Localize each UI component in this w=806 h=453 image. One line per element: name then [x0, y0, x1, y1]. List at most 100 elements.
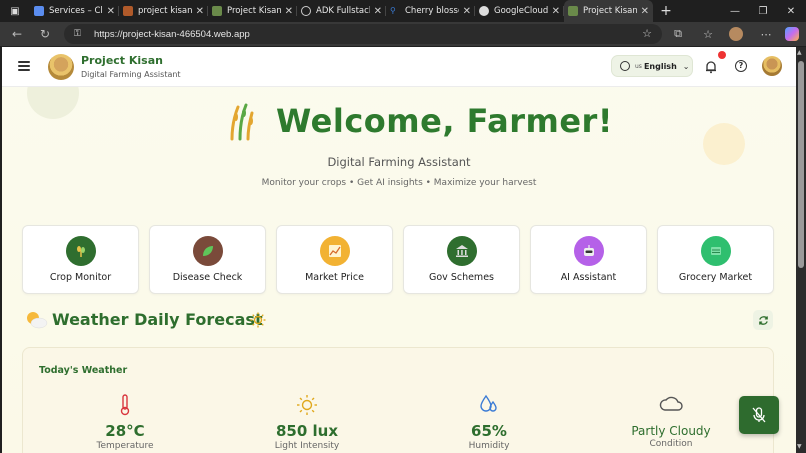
tab-favicon	[568, 6, 578, 16]
humidity-caption: Humidity	[468, 441, 510, 451]
refresh-button[interactable]	[753, 310, 773, 330]
url-input[interactable]: ⚿ https://project-kisan-466504.web.app ☆	[64, 24, 662, 44]
profile-avatar[interactable]	[726, 24, 746, 44]
voice-assistant-button[interactable]	[739, 396, 779, 434]
flag-label: us	[635, 62, 642, 70]
reload-icon[interactable]: ↻	[35, 24, 55, 44]
light-caption: Light Intensity	[274, 441, 340, 451]
browser-tab-6[interactable]: GoogleCloudPla ✕	[475, 0, 564, 22]
tab-favicon	[212, 6, 222, 16]
new-tab-button[interactable]: +	[653, 0, 679, 22]
brand-title: Project Kisan	[81, 54, 163, 67]
tab-title: ADK Fullstack A	[316, 6, 370, 16]
refresh-icon	[758, 315, 768, 325]
extensions-icon[interactable]: ⧉	[668, 24, 688, 44]
tab-title: project kisan - E	[138, 6, 192, 16]
help-icon[interactable]: ?	[735, 60, 747, 72]
more-icon[interactable]: ⋯	[756, 24, 776, 44]
temperature-value: 28°C	[105, 422, 145, 440]
card-label: Crop Monitor	[49, 272, 112, 283]
scrollbar-thumb[interactable]	[798, 61, 804, 268]
tab-actions-icon[interactable]: ▣	[0, 0, 30, 22]
search-icon: ⚲	[390, 6, 396, 15]
microphone-off-icon	[752, 407, 766, 423]
copilot-icon[interactable]	[782, 24, 802, 44]
close-icon[interactable]: ✕	[196, 6, 204, 17]
notification-badge	[718, 51, 726, 59]
feature-card-disease-check[interactable]: Disease Check	[149, 225, 266, 294]
menu-icon[interactable]	[18, 61, 30, 71]
restore-icon[interactable]: ❐	[748, 0, 778, 22]
wheat-logo-icon	[230, 103, 254, 141]
feature-card-market-price[interactable]: Market Price	[276, 225, 393, 294]
globe-icon	[301, 6, 311, 16]
user-avatar[interactable]	[762, 56, 782, 76]
feature-card-grocery-market[interactable]: Grocery Market	[657, 225, 774, 294]
language-label: English	[643, 61, 677, 71]
light-stat: 850 lux Light Intensity	[237, 394, 377, 451]
sun-cloud-icon	[27, 312, 48, 329]
card-label: AI Assistant	[560, 272, 617, 283]
condition-caption: Condition	[649, 439, 693, 449]
window-close-icon[interactable]: ✕	[776, 0, 806, 22]
tab-title: Project Kisan - D	[227, 6, 281, 16]
scroll-up-icon[interactable]: ▲	[797, 49, 802, 56]
temperature-caption: Temperature	[96, 441, 154, 451]
today-weather-label: Today's Weather	[39, 365, 128, 376]
humidity-value: 65%	[471, 422, 507, 440]
browser-tab-4[interactable]: ADK Fullstack A ✕	[297, 0, 386, 22]
chevron-down-icon: ⌄	[682, 61, 690, 71]
sun-icon	[250, 312, 266, 328]
star-icon[interactable]: ☆	[642, 27, 652, 40]
card-label: Market Price	[305, 272, 364, 283]
tab-title: GoogleCloudPla	[494, 6, 548, 16]
card-label: Gov Schemes	[429, 272, 494, 283]
weather-panel: Today's Weather 28°C Temperature 850 lux…	[22, 347, 774, 453]
url-text: https://project-kisan-466504.web.app	[94, 28, 250, 40]
sprout-icon	[66, 236, 96, 266]
favorites-icon[interactable]: ☆	[698, 24, 718, 44]
tab-title: Services – Cloud	[49, 6, 103, 16]
chart-icon	[320, 236, 350, 266]
close-icon[interactable]: ✕	[285, 6, 293, 17]
robot-icon	[574, 236, 604, 266]
brand-subtitle: Digital Farming Assistant	[81, 70, 181, 79]
hero-subtitle: Digital Farming Assistant	[327, 155, 471, 169]
back-icon[interactable]: ←	[7, 24, 27, 44]
site-info-icon[interactable]: ⚿	[74, 29, 88, 39]
farmer-avatar-logo	[48, 54, 74, 80]
bank-icon	[447, 236, 477, 266]
page-viewport: Project Kisan Digital Farming Assistant …	[2, 47, 796, 453]
browser-tab-2[interactable]: project kisan - E ✕	[119, 0, 208, 22]
browser-tab-3[interactable]: Project Kisan - D ✕	[208, 0, 297, 22]
feature-card-crop-monitor[interactable]: Crop Monitor	[22, 225, 139, 294]
close-icon[interactable]: ✕	[641, 6, 649, 17]
close-icon[interactable]: ✕	[107, 6, 115, 17]
bell-icon[interactable]	[704, 60, 718, 74]
globe-icon	[620, 61, 630, 71]
light-value: 850 lux	[275, 422, 339, 440]
minimize-icon[interactable]: —	[720, 0, 750, 22]
humidity-stat: 65% Humidity	[419, 394, 559, 451]
scroll-down-icon[interactable]: ▼	[797, 443, 802, 450]
browser-tab-strip: ▣ Services – Cloud ✕ project kisan - E ✕…	[0, 0, 806, 22]
page-scrollbar[interactable]: ▲ ▼	[796, 47, 806, 453]
hero-tagline: Monitor your crops • Get AI insights • M…	[261, 178, 537, 188]
browser-tab-5[interactable]: ⚲ Cherry blossom ✕	[386, 0, 475, 22]
browser-tab-1[interactable]: Services – Cloud ✕	[30, 0, 119, 22]
cloud-icon	[659, 396, 683, 411]
thermometer-icon	[120, 394, 130, 416]
app-header: Project Kisan Digital Farming Assistant …	[2, 47, 796, 87]
card-label: Grocery Market	[678, 272, 753, 283]
tab-favicon	[123, 6, 133, 16]
browser-tab-active[interactable]: Project Kisan - D ✕	[564, 0, 653, 22]
github-icon	[479, 6, 489, 16]
close-icon[interactable]: ✕	[552, 6, 560, 17]
feature-card-gov-schemes[interactable]: Gov Schemes	[403, 225, 520, 294]
tab-title: Project Kisan - D	[583, 6, 637, 16]
feature-card-ai-assistant[interactable]: AI Assistant	[530, 225, 647, 294]
close-icon[interactable]: ✕	[463, 6, 471, 17]
sun-icon	[297, 395, 317, 415]
language-selector[interactable]: us English ⌄	[611, 55, 693, 77]
close-icon[interactable]: ✕	[374, 6, 382, 17]
